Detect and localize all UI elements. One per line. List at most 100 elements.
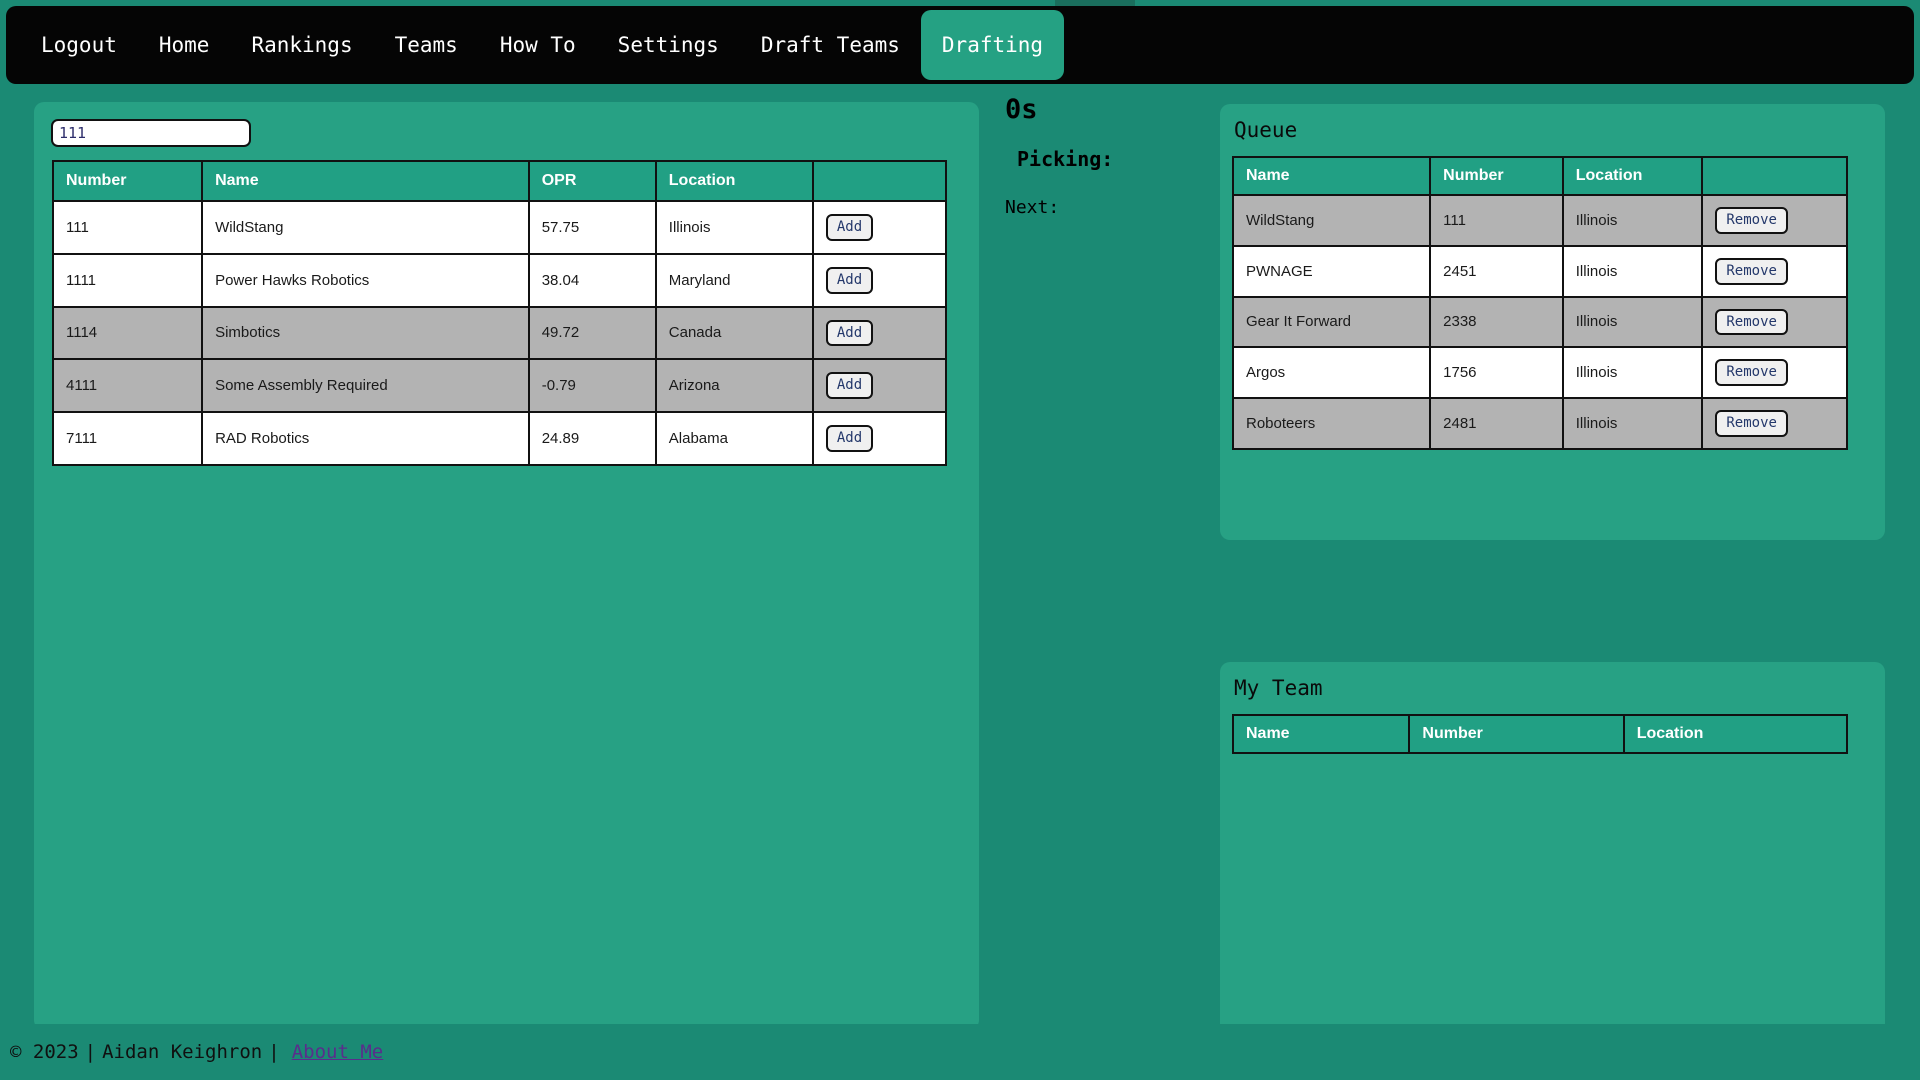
teams-col-name: Name bbox=[201, 160, 530, 202]
queue-cell-number: 2451 bbox=[1429, 244, 1564, 298]
queue-col-number: Number bbox=[1429, 156, 1564, 196]
table-row: WildStang 111 Illinois Remove bbox=[1231, 194, 1848, 247]
add-button[interactable]: Add bbox=[825, 372, 874, 400]
footer-copyright: © 2023 bbox=[10, 1041, 79, 1063]
nav-item-how-to[interactable]: How To bbox=[479, 6, 597, 84]
queue-cell-location: Illinois bbox=[1561, 194, 1704, 247]
queue-col-actions bbox=[1701, 156, 1848, 196]
queue-cell-location: Illinois bbox=[1561, 244, 1704, 298]
queue-panel: Queue Name Number Location WildStang 111 Ill… bbox=[1220, 104, 1885, 540]
queue-cell-location: Illinois bbox=[1561, 346, 1704, 400]
main-navigation: Logout Home Rankings Teams How To Settings Dra… bbox=[6, 6, 1914, 84]
teams-cell-action: Add bbox=[811, 252, 948, 308]
teams-col-location: Location bbox=[654, 160, 814, 202]
queue-cell-number: 2481 bbox=[1429, 397, 1564, 450]
table-row: Gear It Forward 2338 Illinois Remove bbox=[1231, 295, 1848, 349]
my-team-panel: My Team Name Number Location bbox=[1220, 662, 1885, 1080]
nav-item-teams[interactable]: Teams bbox=[374, 6, 479, 84]
teams-cell-number: 1111 bbox=[51, 252, 204, 308]
teams-col-opr: OPR bbox=[527, 160, 657, 202]
teams-cell-opr: 38.04 bbox=[527, 252, 657, 308]
queue-table: Name Number Location WildStang 111 Illinois R… bbox=[1231, 156, 1848, 450]
teams-cell-name: WildStang bbox=[201, 200, 530, 255]
teams-cell-number: 7111 bbox=[51, 411, 204, 466]
add-button[interactable]: Add bbox=[825, 425, 874, 452]
nav-item-home[interactable]: Home bbox=[138, 6, 231, 84]
teams-cell-action: Add bbox=[811, 411, 948, 466]
teams-col-number: Number bbox=[51, 160, 204, 202]
picking-label: Picking: bbox=[1017, 147, 1114, 171]
teams-cell-number: 4111 bbox=[51, 358, 204, 414]
teams-table: Number Name OPR Location 111 WildStang 57.75 I… bbox=[51, 160, 948, 466]
teams-cell-name: RAD Robotics bbox=[201, 411, 530, 466]
teams-cell-number: 111 bbox=[51, 200, 204, 255]
add-button[interactable]: Add bbox=[825, 266, 874, 294]
table-row: 1114 Simbotics 49.72 Canada Add bbox=[51, 305, 948, 361]
queue-title: Queue bbox=[1234, 118, 1298, 142]
table-row: 7111 RAD Robotics 24.89 Alabama Add bbox=[51, 411, 948, 466]
queue-cell-name: Roboteers bbox=[1231, 397, 1432, 450]
teams-cell-opr: -0.79 bbox=[527, 358, 657, 414]
teams-cell-name: Some Assembly Required bbox=[201, 358, 530, 414]
remove-button[interactable]: Remove bbox=[1715, 410, 1788, 437]
teams-table-container: Number Name OPR Location 111 WildStang 57.75 I… bbox=[51, 160, 948, 466]
page-content: NumberNameOPRLocation 111WildStang57.75I… bbox=[0, 84, 1920, 1080]
queue-col-location: Location bbox=[1561, 156, 1704, 196]
remove-button[interactable]: Remove bbox=[1715, 359, 1788, 387]
teams-cell-opr: 49.72 bbox=[527, 305, 657, 361]
queue-cell-number: 111 bbox=[1429, 194, 1564, 247]
footer-separator-1: | bbox=[84, 1041, 97, 1063]
my-team-col-number: Number bbox=[1408, 714, 1625, 754]
remove-button[interactable]: Remove bbox=[1715, 207, 1788, 234]
nav-item-rankings[interactable]: Rankings bbox=[230, 6, 373, 84]
queue-table-container: Name Number Location WildStang 111 Illinois R… bbox=[1231, 156, 1848, 450]
search-input[interactable] bbox=[51, 119, 251, 147]
queue-cell-action: Remove bbox=[1701, 397, 1848, 450]
remove-button[interactable]: Remove bbox=[1715, 308, 1788, 336]
add-button[interactable]: Add bbox=[825, 319, 874, 347]
remove-button[interactable]: Remove bbox=[1715, 257, 1788, 285]
queue-cell-location: Illinois bbox=[1561, 295, 1704, 349]
footer-author: Aidan Keighron bbox=[102, 1041, 263, 1063]
queue-cell-action: Remove bbox=[1701, 346, 1848, 400]
teams-table-header-row: Number Name OPR Location bbox=[51, 160, 948, 202]
queue-cell-name: WildStang bbox=[1231, 194, 1432, 247]
teams-cell-location: Canada bbox=[654, 305, 814, 361]
teams-panel: NumberNameOPRLocation 111WildStang57.75I… bbox=[34, 102, 979, 1030]
nav-item-draft-teams[interactable]: Draft Teams bbox=[740, 6, 921, 84]
footer-separator-2: | bbox=[268, 1041, 280, 1063]
nav-item-logout[interactable]: Logout bbox=[20, 6, 138, 84]
queue-cell-number: 2338 bbox=[1429, 295, 1564, 349]
teams-cell-location: Illinois bbox=[654, 200, 814, 255]
table-row: Argos 1756 Illinois Remove bbox=[1231, 346, 1848, 400]
teams-cell-location: Arizona bbox=[654, 358, 814, 414]
my-team-title: My Team bbox=[1234, 676, 1323, 700]
queue-cell-number: 1756 bbox=[1429, 346, 1564, 400]
add-button[interactable]: Add bbox=[825, 214, 874, 241]
teams-cell-location: Alabama bbox=[654, 411, 814, 466]
table-row: Roboteers 2481 Illinois Remove bbox=[1231, 397, 1848, 450]
page-footer: © 2023 | Aidan Keighron | About Me bbox=[0, 1024, 1920, 1080]
table-row: 111 WildStang 57.75 Illinois Add bbox=[51, 200, 948, 255]
nav-item-settings[interactable]: Settings bbox=[597, 6, 740, 84]
draft-timer: 0s bbox=[1005, 94, 1038, 125]
nav-item-drafting[interactable]: Drafting bbox=[920, 10, 1065, 80]
table-row: 4111 Some Assembly Required -0.79 Arizona Ad… bbox=[51, 358, 948, 414]
queue-cell-action: Remove bbox=[1701, 244, 1848, 298]
my-team-col-location: Location bbox=[1622, 714, 1849, 754]
teams-cell-name: Power Hawks Robotics bbox=[201, 252, 530, 308]
queue-cell-action: Remove bbox=[1701, 194, 1848, 247]
queue-col-name: Name bbox=[1231, 156, 1432, 196]
teams-cell-action: Add bbox=[811, 200, 948, 255]
queue-table-header-row: Name Number Location bbox=[1231, 156, 1848, 196]
my-team-table: Name Number Location bbox=[1231, 714, 1849, 754]
teams-cell-opr: 57.75 bbox=[527, 200, 657, 255]
teams-cell-opr: 24.89 bbox=[527, 411, 657, 466]
queue-cell-name: PWNAGE bbox=[1231, 244, 1432, 298]
next-label: Next: bbox=[1005, 197, 1060, 218]
my-team-table-container: Name Number Location bbox=[1231, 714, 1849, 754]
table-row: 1111 Power Hawks Robotics 38.04 Maryland Add bbox=[51, 252, 948, 308]
teams-cell-action: Add bbox=[811, 305, 948, 361]
about-me-link[interactable]: About Me bbox=[292, 1041, 384, 1063]
queue-cell-action: Remove bbox=[1701, 295, 1848, 349]
